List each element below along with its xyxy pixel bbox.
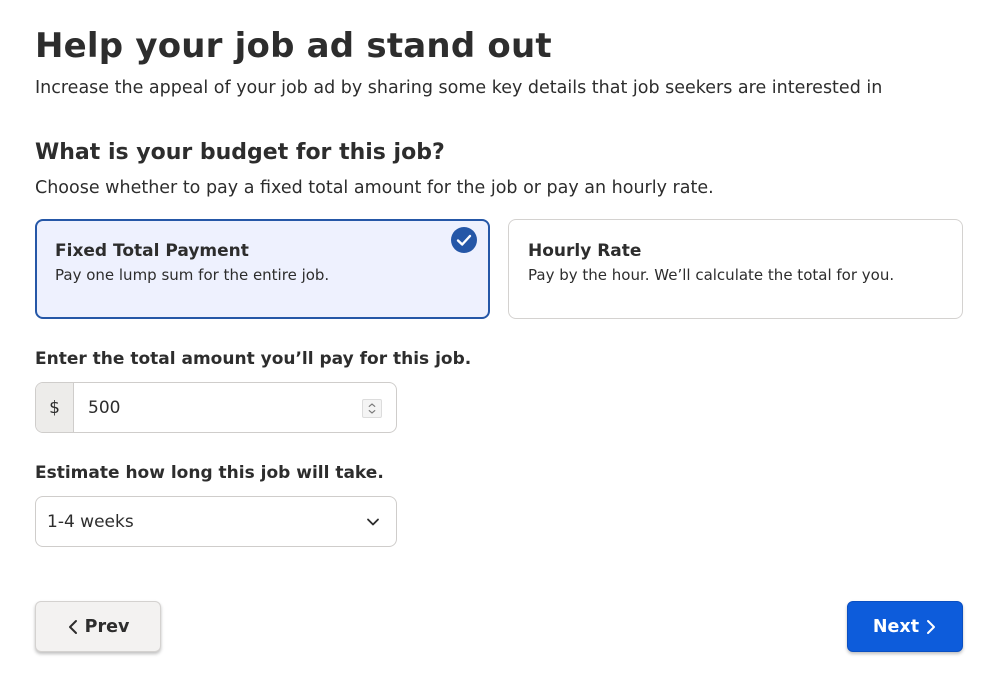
amount-input[interactable] xyxy=(74,383,396,432)
prev-label: Prev xyxy=(84,616,130,637)
option-title: Fixed Total Payment xyxy=(55,241,249,261)
currency-prefix: $ xyxy=(36,383,74,432)
option-description: Pay one lump sum for the entire job. xyxy=(55,266,330,284)
page-subtitle: Increase the appeal of your job ad by sh… xyxy=(35,78,883,98)
chevron-right-icon xyxy=(927,619,936,634)
budget-description: Choose whether to pay a fixed total amou… xyxy=(35,178,714,198)
page-title: Help your job ad stand out xyxy=(35,26,552,66)
next-button[interactable]: Next xyxy=(847,601,963,652)
number-spinner-icon[interactable] xyxy=(362,399,382,418)
amount-input-group: $ xyxy=(35,382,397,433)
next-label: Next xyxy=(872,616,920,637)
amount-label: Enter the total amount you’ll pay for th… xyxy=(35,349,472,369)
option-description: Pay by the hour. We’ll calculate the tot… xyxy=(528,266,895,284)
option-title: Hourly Rate xyxy=(528,241,642,261)
job-ad-form-page: Help your job ad stand out Increase the … xyxy=(0,0,984,694)
chevron-left-icon xyxy=(68,619,77,634)
duration-label: Estimate how long this job will take. xyxy=(35,463,384,483)
fixed-total-payment-option[interactable]: Fixed Total Payment Pay one lump sum for… xyxy=(35,219,490,319)
budget-question: What is your budget for this job? xyxy=(35,140,445,165)
checkmark-circle-icon xyxy=(451,227,477,253)
hourly-rate-option[interactable]: Hourly Rate Pay by the hour. We’ll calcu… xyxy=(508,219,963,319)
prev-button[interactable]: Prev xyxy=(35,601,161,652)
chevron-down-icon xyxy=(367,518,379,526)
duration-selected-value: 1-4 weeks xyxy=(47,511,134,532)
duration-select[interactable]: 1-4 weeks xyxy=(35,496,397,547)
